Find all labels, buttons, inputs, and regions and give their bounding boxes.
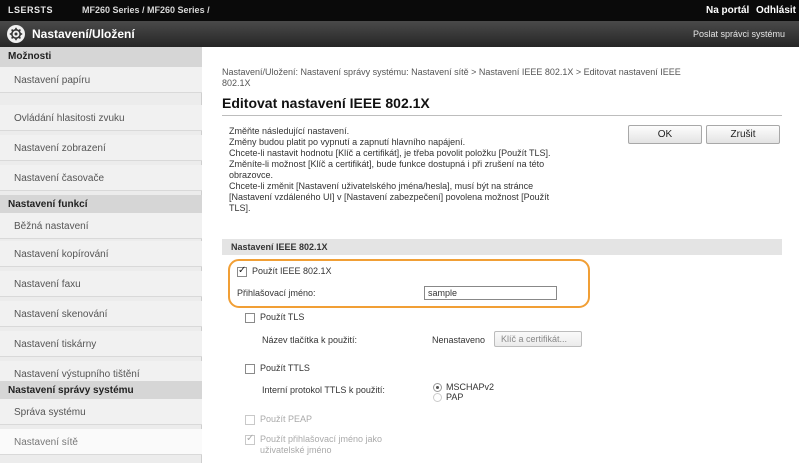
app-title: Nastavení/Uložení	[32, 27, 135, 41]
section-header: Nastavení IEEE 802.1X	[222, 239, 782, 255]
ok-button[interactable]: OK	[628, 125, 702, 144]
page-title: Editovat nastavení IEEE 802.1X	[222, 95, 430, 111]
cancel-button[interactable]: Zrušit	[706, 125, 780, 144]
sidebar-section-options: Možnosti	[0, 47, 202, 67]
title-divider	[222, 115, 782, 116]
top-bar: LSERSTS MF260 Series / MF260 Series / Na…	[0, 0, 799, 21]
sidebar-section-functions: Nastavení funkcí	[0, 195, 202, 215]
use-login-as-user-label-1: Použít přihlašovací jméno jako	[260, 434, 383, 444]
logout-link[interactable]: Odhlásit	[756, 5, 796, 16]
instructions: Změňte následující nastavení. Změny budo…	[229, 126, 629, 214]
instruction-line: TLS].	[229, 203, 251, 213]
sidebar: Možnosti Nastavení papíru Ovládání hlasi…	[0, 47, 202, 463]
sidebar-item-printer[interactable]: Nastavení tiskárny	[0, 331, 202, 357]
sidebar-item-system-management[interactable]: Správa systému	[0, 399, 202, 425]
mschapv2-radio[interactable]	[433, 383, 442, 392]
sidebar-section-system: Nastavení správy systému	[0, 381, 202, 401]
key-name-label: Název tlačítka k použití:	[262, 335, 358, 345]
use-ttls-label: Použít TTLS	[260, 363, 310, 373]
key-status: Nenastaveno	[432, 335, 486, 345]
app-header: Nastavení/Uložení Poslat správci systému	[0, 21, 799, 47]
ttls-protocol-label: Interní protokol TTLS k použití:	[262, 385, 385, 395]
instruction-line: Změny budou platit po vypnutí a zapnutí …	[229, 137, 466, 147]
instruction-line: Změníte-li možnost [Klíč a certifikát], …	[229, 159, 545, 169]
use-peap-label: Použít PEAP	[260, 414, 313, 424]
instruction-line: Chcete-li změnit [Nastavení uživatelskéh…	[229, 181, 534, 191]
breadcrumb: Nastavení/Uložení: Nastavení správy syst…	[222, 67, 777, 89]
mail-admin-link[interactable]: Poslat správci systému	[693, 29, 785, 39]
sidebar-item-network[interactable]: Nastavení sítě	[0, 429, 202, 455]
instruction-line: obrazovce.	[229, 170, 274, 180]
settings-gear-icon	[7, 25, 25, 43]
use-ttls-checkbox[interactable]	[245, 364, 255, 374]
use-tls-checkbox[interactable]	[245, 313, 255, 323]
sidebar-item-timer[interactable]: Nastavení časovače	[0, 165, 202, 191]
device-model: MF260 Series / MF260 Series /	[82, 5, 210, 15]
sidebar-item-common[interactable]: Běžná nastavení	[0, 213, 202, 239]
highlight-box	[228, 259, 590, 308]
instruction-line: Chcete-li nastavit hodnotu [Klíč a certi…	[229, 148, 551, 158]
instruction-line: Změňte následující nastavení.	[229, 126, 350, 136]
instruction-line: [Nastavení vzdáleného UI] v [Nastavení z…	[229, 192, 550, 202]
sidebar-item-volume[interactable]: Ovládání hlasitosti zvuku	[0, 105, 202, 131]
use-login-as-user-checkbox[interactable]	[245, 433, 255, 445]
use-login-as-user-label-2: uživatelské jméno	[260, 445, 332, 455]
sidebar-item-copy[interactable]: Nastavení kopírování	[0, 241, 202, 267]
pap-radio[interactable]	[433, 393, 442, 402]
use-peap-checkbox[interactable]	[245, 415, 255, 425]
breadcrumb-line-1: Nastavení/Uložení: Nastavení správy syst…	[222, 67, 681, 77]
sidebar-item-scan[interactable]: Nastavení skenování	[0, 301, 202, 327]
portal-link[interactable]: Na portál	[706, 5, 749, 16]
key-cert-button[interactable]: Klíč a certifikát...	[494, 331, 582, 347]
main-content: Nastavení/Uložení: Nastavení správy syst…	[202, 47, 799, 463]
mschapv2-label: MSCHAPv2	[446, 382, 495, 392]
sidebar-item-display[interactable]: Nastavení zobrazení	[0, 135, 202, 161]
use-tls-label: Použít TLS	[260, 312, 305, 322]
sidebar-item-fax[interactable]: Nastavení faxu	[0, 271, 202, 297]
brand-logo: LSERSTS	[8, 5, 54, 15]
sidebar-item-paper[interactable]: Nastavení papíru	[0, 67, 202, 93]
breadcrumb-line-2: 802.1X	[222, 78, 251, 88]
pap-label: PAP	[446, 392, 464, 402]
